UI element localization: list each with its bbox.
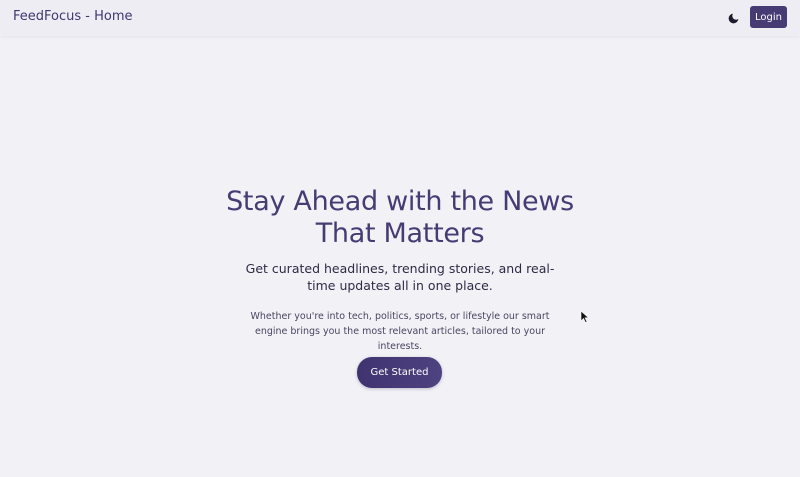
- hero-subtitle: Get curated headlines, trending stories,…: [245, 261, 555, 293]
- hero-section: Stay Ahead with the News That Matters Ge…: [0, 186, 800, 354]
- hero-description: Whether you're into tech, politics, spor…: [250, 311, 550, 352]
- app-title: FeedFocus - Home: [13, 9, 133, 24]
- moon-icon: [728, 13, 738, 23]
- home-page: FeedFocus - Home Login Stay Ahead with t…: [0, 0, 800, 477]
- theme-toggle-button[interactable]: [724, 9, 742, 27]
- top-nav-bar: FeedFocus - Home Login: [0, 0, 800, 36]
- hero-title: Stay Ahead with the News That Matters: [226, 186, 574, 249]
- get-started-button[interactable]: Get Started: [357, 357, 442, 388]
- mouse-cursor-icon: [580, 311, 590, 323]
- login-button[interactable]: Login: [750, 6, 787, 28]
